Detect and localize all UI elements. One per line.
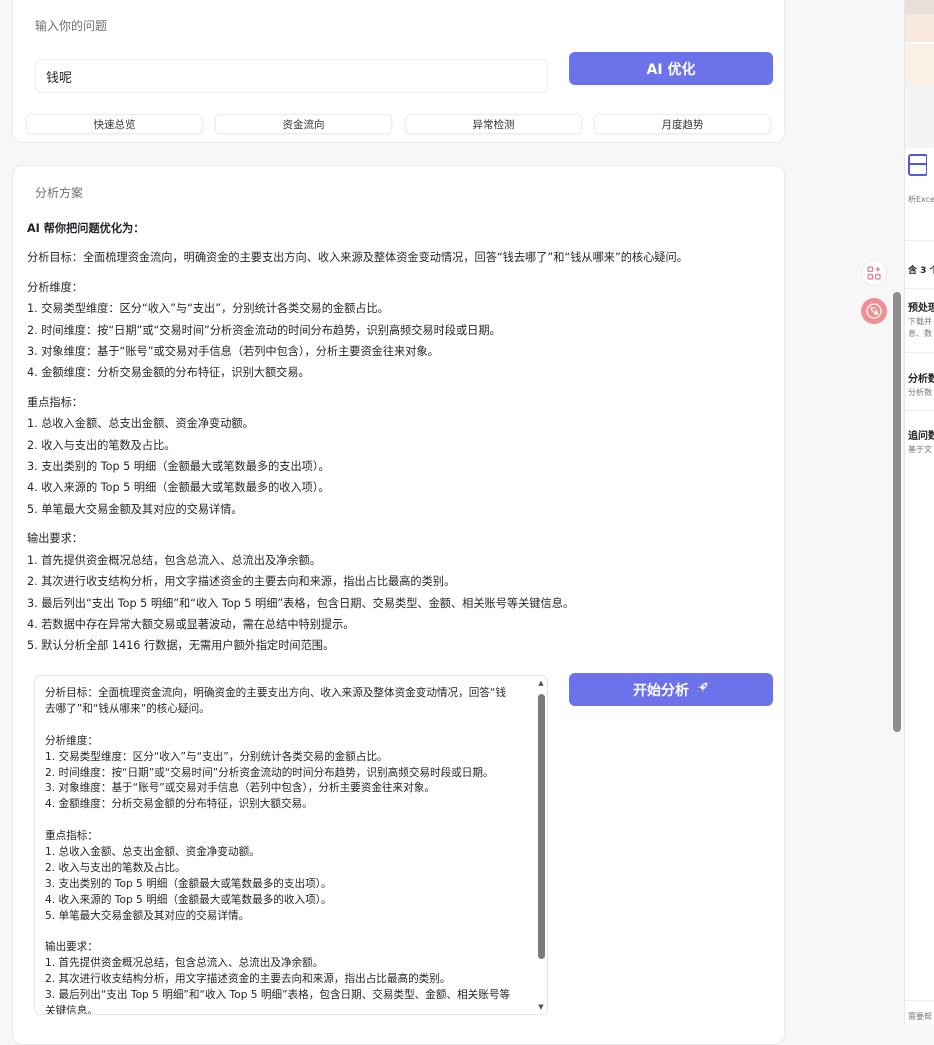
output-title: 输出要求： [27,532,83,546]
dimension-item: 2. 时间维度：按“日期”或“交易时间”分析资金流动的时间分布趋势，识别高频交易… [27,323,501,337]
editor-metrics-title: 重点指标： [45,830,98,843]
metric-item: 5. 单笔最大交易金额及其对应的交易详情。 [27,502,243,516]
metric-item: 3. 支出类别的 Top 5 明细（金额最大或笔数最多的支出项）。 [27,460,330,474]
rocket-icon [695,681,709,699]
question-section-label: 输入你的问题 [35,19,108,33]
dimension-item: 3. 对象维度：基于“账号”或交易对手信息（若列中包含），分析主要资金往来对象。 [27,345,439,359]
metric-item: 2. 收入与支出的笔数及占比。 [27,438,176,452]
output-item: 4. 若数据中存在异常大额交易或显著波动，需在总结中特别提示。 [27,617,355,631]
editor-line: 3. 最后列出“支出 Top 5 明细”和“收入 Top 5 明细”表格，包含日… [45,989,511,1015]
scroll-up-icon[interactable]: ▲ [537,679,545,687]
translate-icon[interactable] [861,298,887,324]
editor-line: 1. 总收入金额、总支出金额、资金净变动额。 [45,846,260,859]
dimensions-title: 分析维度： [27,280,83,294]
output-item: 1. 首先提供资金概况总结，包含总流入、总流出及净余额。 [27,553,321,567]
metrics-title: 重点指标： [27,395,83,409]
side-panel-header-strip [905,0,934,14]
metric-item: 4. 收入来源的 Top 5 明细（金额最大或笔数最多的收入项）。 [27,481,330,495]
plan-section-label: 分析方案 [35,186,84,200]
apps-icon[interactable] [861,260,887,286]
editor-line: 4. 金额维度：分析交易金额的分布特征，识别大额交易。 [45,798,313,811]
anomaly-detection-button[interactable]: 异常检测 [405,114,582,134]
quick-overview-button[interactable]: 快速总览 [26,114,203,134]
editor-line: 3. 对象维度：基于“账号”或交易对手信息（若列中包含），分析主要资金往来对象。 [45,782,435,795]
editor-output-title: 输出要求： [45,941,98,954]
editor-scrollbar[interactable]: ▲ ▼ [535,676,547,1014]
output-item: 3. 最后列出“支出 Top 5 明细”和“收入 Top 5 明细”表格，包含日… [27,596,575,610]
start-analysis-button[interactable]: 开始分析 [569,673,773,706]
metric-item: 1. 总收入金额、总支出金额、资金净变动额。 [27,417,254,431]
dimension-item: 4. 金额维度：分析交易金额的分布特征，识别大额交易。 [27,366,310,380]
plan-editor-content[interactable]: 分析目标：全面梳理资金流向，明确资金的主要支出方向、收入来源及整体资金变动情况，… [45,686,515,1015]
side-item-title[interactable]: 预处理 [908,299,934,314]
editor-line: 1. 交易类型维度：区分“收入”与“支出”，分别统计各类交易的金额占比。 [45,750,388,763]
side-panel-banner-lower [905,44,934,86]
right-side-panel: 析Excel 含 3 个 预处理 下载并 息、数 分析数 分析数 追问数 基于文… [904,0,934,1024]
editor-goal: 分析目标：全面梳理资金流向，明确资金的主要支出方向、收入来源及整体资金变动情况，… [45,687,507,715]
excel-icon [907,153,928,181]
ai-optimize-button[interactable]: AI 优化 [569,52,773,85]
plan-goal: 分析目标：全面梳理资金流向，明确资金的主要支出方向、收入来源及整体资金变动情况，… [27,251,688,265]
start-analysis-label: 开始分析 [633,682,689,699]
output-item: 2. 其次进行收支结构分析，用文字描述资金的主要去向和来源，指出占比最高的类别。 [27,575,456,589]
editor-line: 2. 时间维度：按“日期”或“交易时间”分析资金流动的时间分布趋势，识别高频交易… [45,766,494,779]
editor-scroll-thumb[interactable] [538,694,545,959]
plan-text: AI 帮你把问题优化为： 分析目标：全面梳理资金流向，明确资金的主要支出方向、收… [27,218,777,657]
excel-label: 析Excel [908,195,934,204]
page-scrollbar-thumb[interactable] [893,292,901,732]
scroll-down-icon[interactable]: ▼ [537,1003,545,1011]
editor-line: 2. 收入与支出的笔数及占比。 [45,861,186,874]
plan-heading: AI 帮你把问题优化为： [27,222,145,235]
side-footer-text: 需要帮 [908,1012,932,1021]
editor-line: 5. 单笔最大交易金额及其对应的交易详情。 [45,909,250,922]
plan-editor-textarea[interactable]: 分析目标：全面梳理资金流向，明确资金的主要支出方向、收入来源及整体资金变动情况，… [34,675,548,1015]
side-item-title[interactable]: 追问数 [908,427,934,442]
monthly-trend-button[interactable]: 月度趋势 [594,114,771,134]
editor-line: 4. 收入来源的 Top 5 明细（金额最大或笔数最多的收入项）。 [45,893,332,906]
question-input-card: 输入你的问题 AI 优化 快速总览 资金流向 异常检测 月度趋势 [12,0,785,143]
side-panel-banner [905,14,934,42]
side-item-desc: 下载并 [908,317,932,326]
dimension-item: 1. 交易类型维度：区分“收入”与“支出”，分别统计各类交易的金额占比。 [27,302,389,316]
output-item: 5. 默认分析全部 1416 行数据，无需用户额外指定时间范围。 [27,639,335,653]
analysis-plan-card: 分析方案 AI 帮你把问题优化为： 分析目标：全面梳理资金流向，明确资金的主要支… [12,165,785,1045]
fund-flow-button[interactable]: 资金流向 [215,114,392,134]
question-input[interactable] [35,59,548,93]
side-panel-divider-area [905,86,934,148]
side-item-desc: 基于文 [908,445,932,454]
side-item-desc: 分析数 [908,388,932,397]
editor-line: 2. 其次进行收支结构分析，用文字描述资金的主要去向和来源，指出占比最高的类别。 [45,973,451,986]
side-item-title[interactable]: 分析数 [908,370,934,385]
side-item-desc: 息、数 [908,329,932,338]
editor-dimensions-title: 分析维度： [45,734,98,747]
count-label: 含 3 个 [908,266,934,276]
editor-line: 3. 支出类别的 Top 5 明细（金额最大或笔数最多的支出项）。 [45,877,332,890]
editor-line: 1. 首先提供资金概况总结，包含总流入、总流出及净余额。 [45,957,324,970]
